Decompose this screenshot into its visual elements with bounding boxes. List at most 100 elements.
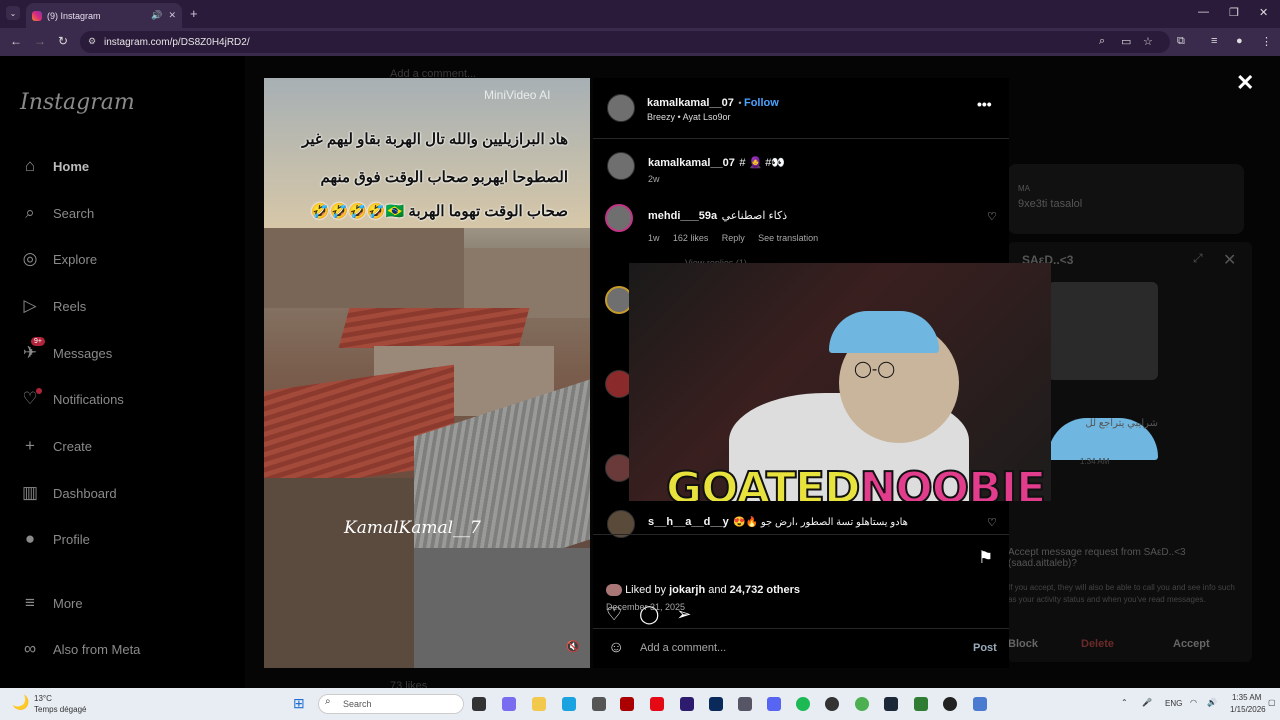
maximize-button[interactable]: ❐ bbox=[1229, 6, 1239, 19]
obs-icon[interactable] bbox=[943, 697, 957, 711]
liked-others[interactable]: 24,732 others bbox=[730, 584, 800, 596]
close-post-icon[interactable]: ✕ bbox=[1236, 70, 1254, 96]
site-info-icon[interactable]: ⚙ bbox=[88, 36, 96, 47]
weather-desc[interactable]: Temps dégagé bbox=[34, 705, 86, 714]
sidebar-item-notifications[interactable]: ♡ Notifications bbox=[20, 388, 124, 409]
post-video[interactable]: MiniVideo AI هاد البرازيليين والله تال ا… bbox=[264, 78, 590, 668]
liked-user[interactable]: jokarjh bbox=[669, 584, 705, 596]
language-indicator[interactable]: ENG bbox=[1165, 699, 1182, 708]
comment-username[interactable]: mehdi___59a bbox=[648, 210, 717, 222]
follow-button[interactable]: Follow bbox=[744, 97, 779, 109]
edge-icon[interactable] bbox=[562, 697, 576, 711]
new-tab-button[interactable]: + bbox=[190, 6, 198, 21]
sidebar-item-explore[interactable]: ◎ Explore bbox=[20, 249, 98, 269]
dm-preview: MA 9xe3ti tasalol bbox=[1008, 164, 1244, 234]
chevron-up-icon[interactable]: ⌃ bbox=[1121, 698, 1128, 707]
sidebar-item-reels[interactable]: ▷ Reels bbox=[20, 296, 86, 316]
sidebar-item-search[interactable]: ⌕ Search bbox=[20, 203, 94, 223]
reload-button[interactable]: ↻ bbox=[58, 34, 68, 48]
author-username[interactable]: kamalkamal__07 bbox=[647, 97, 734, 109]
comment-like-icon[interactable]: ♡ bbox=[987, 210, 997, 223]
caption-avatar[interactable] bbox=[607, 152, 635, 180]
sidebar-item-more[interactable]: ≡ More bbox=[20, 593, 83, 613]
comment-avatar[interactable] bbox=[605, 204, 633, 232]
comment-likes[interactable]: 162 likes bbox=[673, 233, 709, 243]
browser-menu-icon[interactable]: ⋮ bbox=[1261, 35, 1272, 48]
dm-message: 9xe3ti tasalol bbox=[1018, 198, 1083, 210]
sidebar-item-meta[interactable]: ∞ Also from Meta bbox=[20, 639, 140, 659]
instagram-logo[interactable]: Instagram bbox=[20, 90, 135, 115]
background-likes: 73 likes bbox=[390, 680, 428, 688]
caption-username[interactable]: kamalkamal__07 bbox=[648, 157, 735, 169]
menu-icon: ≡ bbox=[25, 593, 35, 612]
app-icon[interactable] bbox=[620, 697, 634, 711]
author-avatar[interactable] bbox=[607, 94, 635, 122]
audio-info[interactable]: Breezy • Ayat Lso9or bbox=[647, 112, 731, 122]
comment-username[interactable]: s__h__a__d__y bbox=[648, 516, 729, 528]
taskbar-search[interactable]: Search bbox=[318, 694, 464, 714]
netflix-icon[interactable] bbox=[650, 697, 664, 711]
browser-tab[interactable]: (9) Instagram 🔊 ✕ bbox=[26, 3, 182, 28]
save-icon[interactable]: ⚑ bbox=[978, 548, 993, 568]
video-watermark: MiniVideo AI bbox=[484, 88, 551, 102]
chat-time: 1:34 AM bbox=[1080, 457, 1110, 466]
app-icon[interactable] bbox=[914, 697, 928, 711]
minimize-button[interactable]: — bbox=[1198, 6, 1209, 18]
messages-badge: 9+ bbox=[31, 337, 45, 346]
tab-list-button[interactable]: ⌄ bbox=[6, 6, 20, 20]
see-translation-button[interactable]: See translation bbox=[758, 233, 818, 243]
app-icon[interactable] bbox=[592, 697, 606, 711]
microphone-icon[interactable]: 🎤 bbox=[1142, 698, 1152, 707]
premiere-icon[interactable] bbox=[680, 697, 694, 711]
comment-input[interactable]: Add a comment... bbox=[640, 642, 726, 654]
forward-button[interactable]: → bbox=[34, 34, 46, 48]
media-control-icon[interactable]: ≡ bbox=[1211, 35, 1217, 47]
steam-icon[interactable] bbox=[884, 697, 898, 711]
avatar-icon: ● bbox=[24, 529, 36, 548]
profile-avatar-icon[interactable]: ● bbox=[1236, 35, 1243, 47]
mute-icon[interactable]: 🔇 bbox=[566, 640, 580, 653]
sidebar-item-home[interactable]: ⌂ Home bbox=[20, 156, 89, 176]
wifi-icon[interactable]: ◠ bbox=[1190, 698, 1197, 707]
discord-icon[interactable] bbox=[767, 697, 781, 711]
close-tab-icon[interactable]: ✕ bbox=[168, 10, 176, 21]
video-caption-line: الصطوحا ايهربو صحاب الوقت فوق منهم bbox=[320, 169, 568, 186]
photoshop-icon[interactable] bbox=[709, 697, 723, 711]
sidebar-item-label: Notifications bbox=[53, 391, 124, 407]
comment-like-icon[interactable]: ♡ bbox=[987, 516, 997, 529]
close-window-button[interactable]: ✕ bbox=[1259, 6, 1268, 19]
notifications-icon[interactable]: ▢ bbox=[1268, 698, 1276, 707]
post-comment-button[interactable]: Post bbox=[973, 642, 997, 654]
emoji-icon[interactable]: ☺ bbox=[608, 639, 624, 657]
cast-icon[interactable]: ▭ bbox=[1121, 35, 1131, 48]
task-view-icon[interactable] bbox=[472, 697, 486, 711]
sidebar-item-messages[interactable]: ✈ 9+ Messages bbox=[20, 337, 112, 363]
video-building bbox=[264, 478, 414, 668]
bookmark-star-icon[interactable]: ☆ bbox=[1143, 35, 1153, 48]
sidebar-item-create[interactable]: + Create bbox=[20, 436, 92, 456]
clock-time[interactable]: 1:35 AM bbox=[1232, 693, 1261, 702]
reply-button[interactable]: Reply bbox=[722, 233, 745, 243]
url-field[interactable]: ⚙ instagram.com/p/DS8Z0H4jRD2/ bbox=[80, 31, 1170, 53]
spotify-icon[interactable] bbox=[796, 697, 810, 711]
sidebar-item-profile[interactable]: ● Profile bbox=[20, 529, 90, 549]
zoom-icon[interactable]: ⌕ bbox=[1099, 35, 1105, 48]
caption-text: # 🧕 #👀 bbox=[739, 157, 786, 169]
sidebar-item-dashboard[interactable]: ▥ Dashboard bbox=[20, 483, 117, 503]
file-explorer-icon[interactable] bbox=[532, 697, 546, 711]
copilot-icon[interactable] bbox=[502, 697, 516, 711]
volume-icon[interactable]: 🔊 bbox=[1207, 698, 1217, 707]
back-button[interactable]: ← bbox=[10, 34, 22, 48]
more-options-icon[interactable]: ••• bbox=[977, 96, 992, 112]
clock-date[interactable]: 1/15/2026 bbox=[1230, 705, 1266, 714]
speaker-icon[interactable]: 🔊 bbox=[151, 10, 162, 21]
extensions-icon[interactable]: ⧉ bbox=[1177, 35, 1185, 48]
snipping-tool-icon[interactable] bbox=[973, 697, 987, 711]
weather-temp[interactable]: 13°C bbox=[34, 694, 52, 703]
app-icon[interactable] bbox=[825, 697, 839, 711]
app-icon[interactable] bbox=[738, 697, 752, 711]
chrome-icon[interactable] bbox=[855, 697, 869, 711]
weather-icon[interactable]: 🌙 bbox=[12, 694, 29, 711]
windows-start-icon[interactable]: ⊞ bbox=[293, 695, 305, 712]
brand-overlay-text: GOATEDNOOBIE bbox=[665, 462, 1047, 501]
